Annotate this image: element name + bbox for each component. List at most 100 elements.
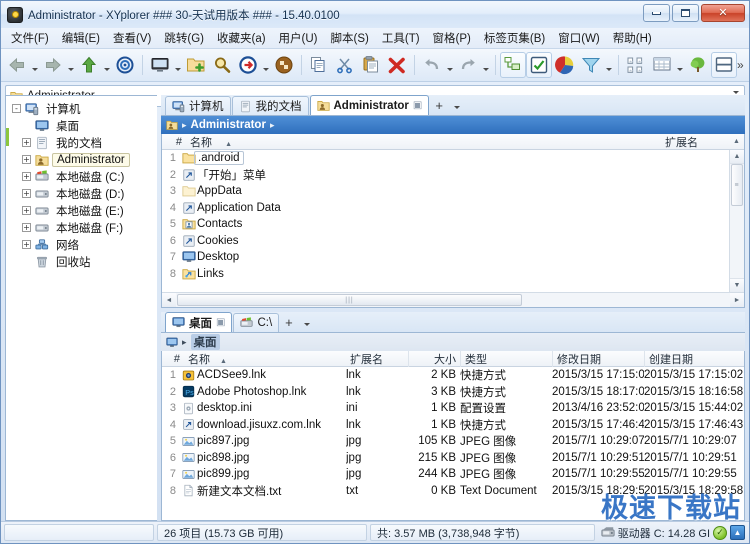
expand-icon[interactable]: + [22, 189, 31, 198]
close-button[interactable]: ✕ [701, 4, 745, 22]
status-panel-toggle-badge[interactable]: ▲ [730, 525, 745, 540]
details-view-icon[interactable] [649, 52, 675, 78]
up-icon[interactable] [76, 52, 102, 78]
expand-icon[interactable]: + [22, 172, 31, 181]
expand-icon[interactable]: + [22, 155, 31, 164]
table-row[interactable]: 3desktop.iniini1 KB配置设置2013/4/16 23:52:0… [162, 400, 744, 417]
top-horizontal-scrollbar[interactable]: ◄ ||| ► [162, 292, 744, 307]
new-tab-button[interactable]: + [430, 96, 448, 115]
maximize-button[interactable] [672, 4, 699, 22]
properties-icon[interactable] [271, 52, 297, 78]
quick-search-dropdown-icon[interactable] [261, 52, 271, 78]
top-vertical-scrollbar[interactable]: ▲ ≡ ▼ [729, 150, 744, 292]
menu-help[interactable]: 帮助(H) [607, 27, 658, 49]
bottom-pane-breadcrumb[interactable]: ▸ 桌面 [161, 333, 745, 351]
menu-window[interactable]: 窗口(W) [552, 27, 606, 49]
delete-icon[interactable] [384, 52, 410, 78]
new-folder-icon[interactable] [183, 52, 209, 78]
menu-edit[interactable]: 编辑(E) [56, 27, 106, 49]
menu-goto[interactable]: 跳转(G) [158, 27, 210, 49]
computer-icon[interactable] [147, 52, 173, 78]
up-dropdown-icon[interactable] [102, 52, 112, 78]
menu-tools[interactable]: 工具(T) [376, 27, 426, 49]
search-icon[interactable] [209, 52, 235, 78]
tab-t1[interactable]: 我的文档 [232, 96, 309, 115]
table-row[interactable]: 6pic898.jpgjpg215 KBJPEG 图像2015/7/1 10:2… [162, 450, 744, 467]
col-header-name[interactable]: 名称 ▲ [186, 134, 661, 150]
redo-icon[interactable] [455, 52, 481, 78]
tree-icon[interactable] [685, 52, 711, 78]
table-row[interactable]: 5pic897.jpgjpg105 KBJPEG 图像2015/7/1 10:2… [162, 433, 744, 450]
tab-t0[interactable]: 桌面▣ [165, 312, 232, 332]
table-row[interactable]: 6Cookies [162, 233, 744, 250]
tree-item-d[interactable]: +本地磁盘 (D:) [8, 185, 157, 202]
col-header-ext[interactable]: 扩展名 [346, 351, 408, 367]
col-header-ext[interactable]: 扩展名 [661, 134, 729, 150]
menu-view[interactable]: 查看(V) [107, 27, 157, 49]
branch-view-icon[interactable] [500, 52, 526, 78]
tab-close-icon[interactable]: ▣ [216, 317, 225, 328]
tab-list-dropdown-icon[interactable] [299, 313, 315, 332]
back-icon[interactable] [4, 52, 30, 78]
undo-icon[interactable] [419, 52, 445, 78]
undo-dropdown-icon[interactable] [445, 52, 455, 78]
menu-file[interactable]: 文件(F) [5, 27, 55, 49]
tree-item-f[interactable]: +本地磁盘 (F:) [8, 219, 157, 236]
expand-icon[interactable]: + [22, 223, 31, 232]
breadcrumb-path[interactable]: 桌面 [191, 334, 220, 350]
filter-dropdown-icon[interactable] [604, 52, 614, 78]
minimize-button[interactable] [643, 4, 670, 22]
tree-item-c[interactable]: +本地磁盘 (C:) [8, 168, 157, 185]
tab-administrator[interactable]: Administrator▣ [310, 95, 430, 115]
scroll-thumb[interactable]: ≡ [731, 164, 743, 206]
back-dropdown-icon[interactable] [30, 52, 40, 78]
checkbox-select-icon[interactable] [526, 52, 552, 78]
copy-icon[interactable] [306, 52, 332, 78]
table-row[interactable]: 8Links [162, 266, 744, 283]
breadcrumb-path[interactable]: Administrator [191, 119, 266, 131]
menu-user[interactable]: 用户(U) [273, 27, 324, 49]
thumbnails-icon[interactable] [623, 52, 649, 78]
target-icon[interactable] [112, 52, 138, 78]
tab-close-icon[interactable]: ▣ [413, 100, 422, 111]
menu-script[interactable]: 脚本(S) [325, 27, 375, 49]
table-row[interactable]: 5Contacts [162, 216, 744, 233]
tree-item-e[interactable]: +本地磁盘 (E:) [8, 202, 157, 219]
computer-dropdown-icon[interactable] [173, 52, 183, 78]
tab-c[interactable]: C:\ [233, 313, 279, 332]
disk-usage-icon[interactable] [552, 52, 578, 78]
col-header-type[interactable]: 类型 [460, 351, 552, 367]
new-tab-button[interactable]: + [280, 313, 298, 332]
tree-item-administrator[interactable]: +Administrator [8, 151, 157, 168]
expand-icon[interactable]: + [22, 138, 31, 147]
hscroll-right-arrow[interactable]: ► [730, 293, 744, 307]
toolbar-overflow-button[interactable]: » [737, 58, 748, 72]
col-header-index[interactable]: # [162, 136, 186, 148]
tree-item-n2[interactable]: +我的文档 [8, 134, 157, 151]
col-header-created[interactable]: 创建日期 [644, 351, 744, 367]
expand-icon[interactable]: + [22, 206, 31, 215]
table-row[interactable]: 7Desktop [162, 249, 744, 266]
col-header-modified[interactable]: 修改日期 [552, 351, 644, 367]
table-row[interactable]: 8新建文本文档.txttxt0 KBText Document2015/3/15… [162, 483, 744, 500]
col-header-index[interactable]: # [162, 353, 184, 365]
tree-item-n8[interactable]: +网络 [8, 236, 157, 253]
table-row[interactable]: 3AppData [162, 183, 744, 200]
redo-dropdown-icon[interactable] [481, 52, 491, 78]
breadcrumb-trailing-separator[interactable]: ▸ [270, 120, 275, 131]
table-row[interactable]: 1ACDSee9.lnklnk2 KB快捷方式2015/3/15 17:15:0… [162, 367, 744, 384]
tree-item-n9[interactable]: 回收站 [8, 253, 157, 270]
tab-t0[interactable]: 计算机 [165, 96, 231, 115]
tree-item-n0[interactable]: -计算机 [8, 100, 157, 117]
filter-icon[interactable] [578, 52, 604, 78]
split-pane-icon[interactable] [711, 52, 737, 78]
hscroll-left-arrow[interactable]: ◄ [162, 293, 176, 307]
hscroll-thumb[interactable]: ||| [177, 294, 522, 306]
cut-icon[interactable] [332, 52, 358, 78]
paste-icon[interactable] [358, 52, 384, 78]
top-pane-breadcrumb[interactable]: ▸ Administrator ▸ [161, 116, 745, 134]
table-row[interactable]: 4Application Data [162, 200, 744, 217]
table-row[interactable]: 2「开始」菜单 [162, 167, 744, 184]
status-ok-badge[interactable]: ✓ [713, 526, 727, 540]
tree-item-n1[interactable]: 桌面 [8, 117, 157, 134]
